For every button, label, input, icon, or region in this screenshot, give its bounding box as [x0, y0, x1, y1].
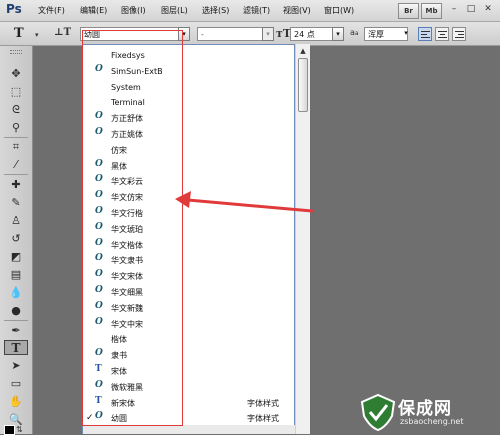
watermark-subtitle: zsbaocheng.net	[400, 417, 464, 426]
watermark-logo-icon	[360, 393, 396, 432]
watermark: 保成网 zsbaocheng.net	[358, 392, 500, 434]
annotation-arrow	[175, 191, 314, 213]
watermark-title: 保成网	[398, 399, 452, 419]
